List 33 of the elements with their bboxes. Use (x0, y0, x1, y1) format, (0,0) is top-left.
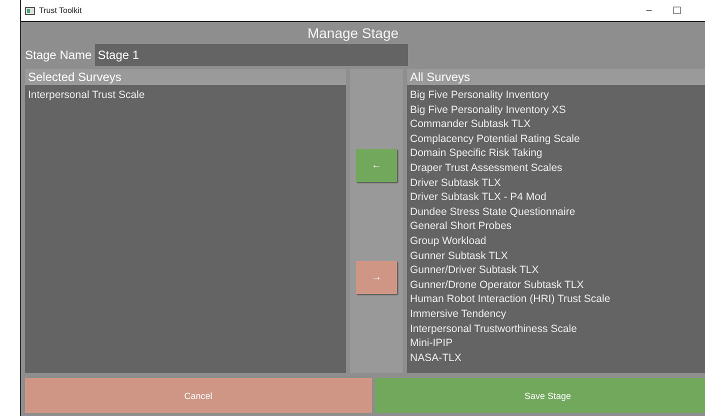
list-item[interactable]: Mini-IPIP (407, 336, 705, 351)
save-button[interactable]: Save Stage (374, 378, 705, 413)
list-item[interactable]: Driver Subtask TLX - P4 Mod (407, 190, 705, 205)
list-item[interactable]: Gunner/Drone Operator Subtask TLX (407, 278, 705, 292)
list-header: All Surveys (407, 69, 705, 85)
list-item[interactable]: General Short Probes (407, 219, 705, 234)
page-heading: Manage Stage (306, 24, 400, 43)
list-item[interactable]: Gunner Subtask TLX (407, 248, 705, 264)
list-item[interactable]: Gunner/Driver Subtask TLX (407, 263, 705, 278)
list-item[interactable]: Dundee Stress State Questionnaire (407, 204, 705, 220)
move-right-button[interactable]: → (356, 261, 397, 294)
list-item[interactable]: Big Five Personality Inventory (407, 88, 705, 103)
list-header: Selected Surveys (25, 69, 346, 85)
move-left-button[interactable]: ← (356, 149, 397, 182)
list-item[interactable]: Interpersonal Trustworthiness Scale (407, 322, 705, 336)
list-item[interactable]: Big Five Personality Inventory XS (407, 102, 705, 118)
app-icon (25, 6, 35, 14)
list-item[interactable]: Interpersonal Trust Scale (25, 88, 346, 103)
window-title: Trust Toolkit (39, 6, 82, 15)
list-item[interactable]: Commander Subtask TLX (407, 117, 705, 132)
list-item[interactable]: Driver Subtask TLX (407, 176, 705, 190)
list-item[interactable]: Draper Trust Assessment Scales (407, 160, 705, 176)
stage-name-field[interactable]: Stage 1 (94, 44, 408, 66)
list-item[interactable]: Group Workload (407, 234, 705, 249)
list-item[interactable]: Domain Specific Risk Taking (407, 146, 705, 161)
cancel-button[interactable]: Cancel (25, 378, 372, 413)
list-item[interactable]: Complacency Potential Rating Scale (407, 132, 705, 146)
window-control[interactable]: ☐ (663, 4, 691, 16)
stage-name-label: Stage Name (25, 48, 92, 62)
list-item[interactable]: NASA-TLX (407, 350, 705, 366)
list-item[interactable]: Immersive Tendency (407, 306, 705, 322)
list-item[interactable]: Human Robot Interaction (HRI) Trust Scale (407, 292, 705, 307)
window-control[interactable]: – (635, 5, 663, 16)
